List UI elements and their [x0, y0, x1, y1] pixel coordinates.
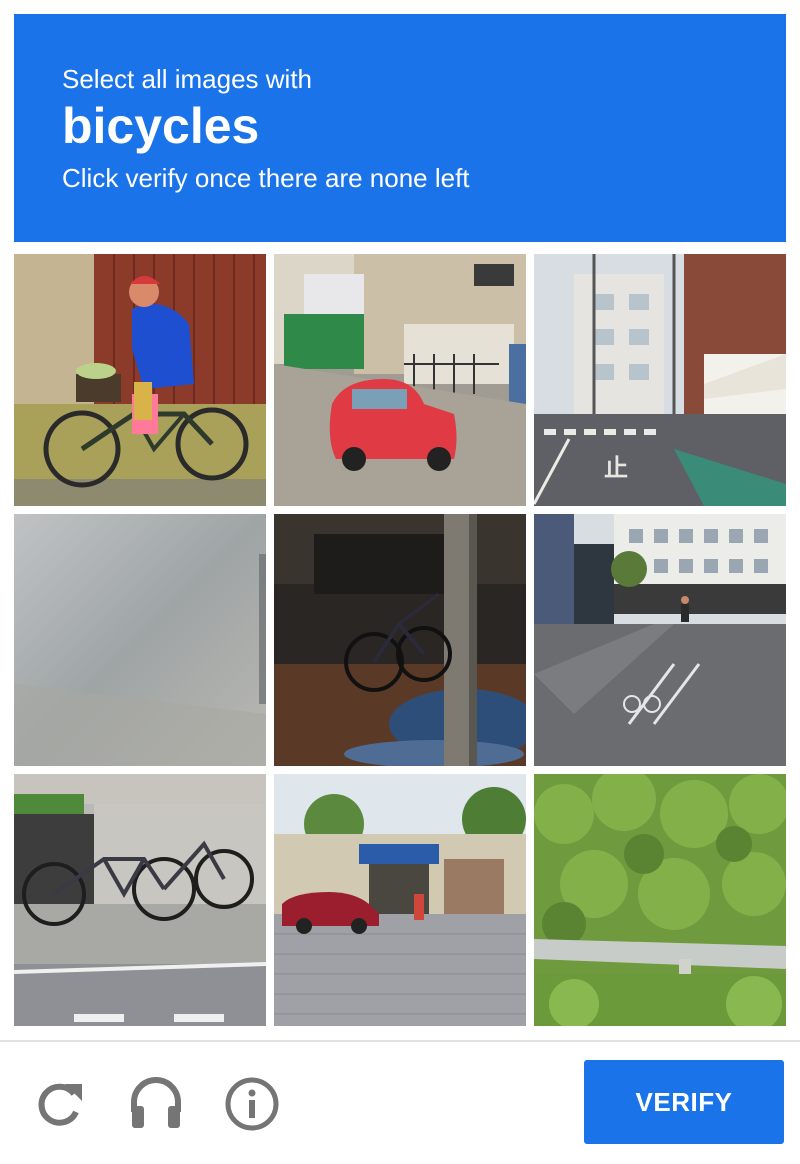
- recaptcha-challenge: Select all images with bicycles Click ve…: [0, 0, 800, 1164]
- info-icon[interactable]: [222, 1074, 282, 1134]
- grid-tile-4[interactable]: [14, 514, 266, 766]
- grid-tile-8[interactable]: [274, 774, 526, 1026]
- verify-button[interactable]: VERIFY: [584, 1060, 784, 1144]
- footer-divider: [0, 1040, 800, 1042]
- grid-tile-5[interactable]: [274, 514, 526, 766]
- grid-tile-6[interactable]: [534, 514, 786, 766]
- image-grid: 止: [14, 254, 786, 1026]
- grid-tile-9[interactable]: [534, 774, 786, 1026]
- grid-tile-2[interactable]: [274, 254, 526, 506]
- tile-image: [14, 774, 266, 1026]
- tile-image: [274, 254, 526, 506]
- reload-icon[interactable]: [30, 1074, 90, 1134]
- tile-image: [274, 514, 526, 766]
- tile-image: [274, 774, 526, 1026]
- instruction-text: Select all images with: [62, 64, 312, 94]
- tile-image: [14, 254, 266, 506]
- tile-image: [534, 774, 786, 1026]
- svg-text:止: 止: [604, 455, 628, 482]
- headphones-icon[interactable]: [126, 1074, 186, 1134]
- tile-image: [534, 514, 786, 766]
- challenge-header: Select all images with bicycles Click ve…: [14, 14, 786, 242]
- grid-tile-7[interactable]: [14, 774, 266, 1026]
- tile-image: 止: [534, 254, 786, 506]
- target-object-label: bicycles: [62, 98, 260, 154]
- grid-tile-1[interactable]: [14, 254, 266, 506]
- instruction-subtext: Click verify once there are none left: [62, 163, 470, 193]
- grid-tile-3[interactable]: 止: [534, 254, 786, 506]
- tile-image: [14, 514, 266, 766]
